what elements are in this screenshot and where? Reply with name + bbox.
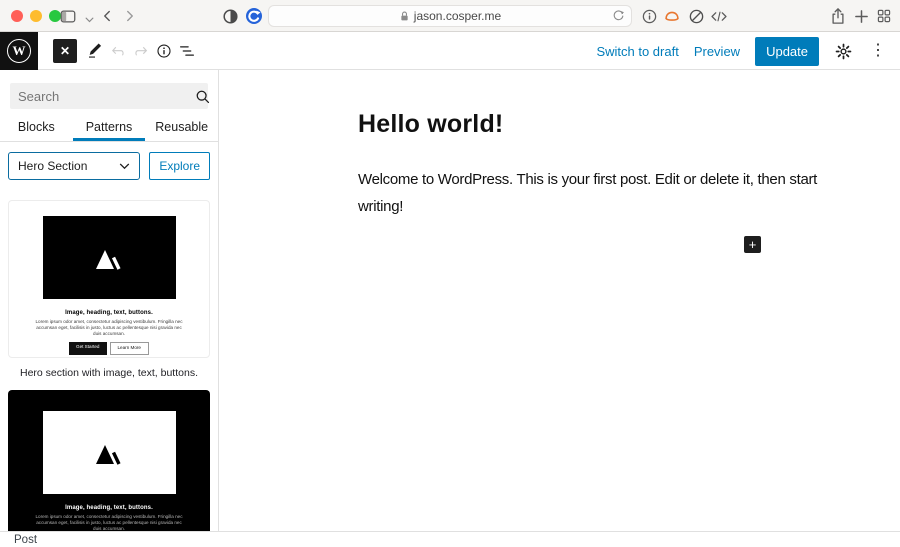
share-icon[interactable] xyxy=(829,7,847,25)
editor-canvas[interactable]: Hello world! Welcome to WordPress. This … xyxy=(220,70,900,531)
browser-titlebar: jason.cosper.me xyxy=(0,0,900,32)
list-view-icon[interactable] xyxy=(178,42,196,60)
pattern-list: Image, heading, text, buttons. Lorem ips… xyxy=(0,186,218,531)
blue-extension-icon[interactable] xyxy=(245,7,263,25)
image-triangle-icon xyxy=(96,444,121,465)
editor-header: W ✕ Switch to draft Preview Update ⋮ xyxy=(0,32,900,70)
reload-icon[interactable] xyxy=(612,9,625,23)
url-text: jason.cosper.me xyxy=(413,9,502,23)
search-input[interactable] xyxy=(18,88,194,104)
editor-footer: Post xyxy=(0,531,900,547)
pattern-category-value: Hero Section xyxy=(18,159,88,173)
pattern-preview-secondary-button: Learn More xyxy=(109,342,149,355)
pattern-item-hero-dark[interactable]: Image, heading, text, buttons. Lorem ips… xyxy=(8,390,210,531)
switch-to-draft-link[interactable]: Switch to draft xyxy=(596,44,678,59)
minimize-window-button[interactable] xyxy=(30,10,42,22)
edit-tool-icon[interactable] xyxy=(86,42,104,60)
content-blocker-icon[interactable] xyxy=(687,7,705,25)
image-placeholder xyxy=(42,216,176,299)
pattern-preview-primary-button: Get Started xyxy=(69,342,107,355)
update-button[interactable]: Update xyxy=(755,36,819,66)
chevron-down-icon[interactable] xyxy=(80,11,98,29)
tab-patterns[interactable]: Patterns xyxy=(73,113,146,141)
details-icon[interactable] xyxy=(155,42,173,60)
code-extension-icon[interactable] xyxy=(710,7,728,25)
breadcrumb[interactable]: Post xyxy=(14,534,37,546)
image-placeholder xyxy=(42,411,176,494)
info-extension-icon[interactable] xyxy=(640,7,658,25)
plus-icon: + xyxy=(748,237,757,252)
wordpress-logo[interactable]: W xyxy=(0,32,38,70)
pattern-controls: Hero Section Explore xyxy=(0,142,218,186)
pattern-category-select[interactable]: Hero Section xyxy=(8,152,141,180)
lock-icon xyxy=(401,11,408,21)
pattern-preview-heading: Image, heading, text, buttons. xyxy=(65,505,153,511)
preview-link[interactable]: Preview xyxy=(694,44,740,59)
close-window-button[interactable] xyxy=(11,10,23,22)
address-bar[interactable]: jason.cosper.me xyxy=(268,5,632,27)
tab-reusable[interactable]: Reusable xyxy=(145,113,218,141)
browser-window: jason.cosper.me W ✕ Switch to draft Prev… xyxy=(0,0,900,547)
pattern-item-hero-light[interactable]: Image, heading, text, buttons. Lorem ips… xyxy=(8,200,210,358)
pattern-preview-body: Lorem ipsum odor amet, consectetur adipi… xyxy=(35,319,183,336)
more-options-icon[interactable]: ⋮ xyxy=(868,43,888,59)
new-tab-icon[interactable] xyxy=(852,7,870,25)
close-inserter-button[interactable]: ✕ xyxy=(53,39,77,63)
inserter-sidebar: Blocks Patterns Reusable Hero Section Ex… xyxy=(0,70,219,531)
image-triangle-icon xyxy=(96,249,121,270)
undo-icon[interactable] xyxy=(109,42,127,60)
tab-overview-icon[interactable] xyxy=(875,7,893,25)
close-icon: ✕ xyxy=(59,44,71,58)
search-box[interactable] xyxy=(10,83,211,109)
orange-extension-icon[interactable] xyxy=(663,7,681,25)
pattern-preview-body: Lorem ipsum odor amet, consectetur adipi… xyxy=(35,514,183,531)
chevron-down-icon xyxy=(119,163,130,170)
post-title[interactable]: Hello world! xyxy=(358,110,503,139)
search-icon xyxy=(194,88,211,105)
shield-privacy-icon[interactable] xyxy=(221,7,239,25)
settings-gear-icon[interactable] xyxy=(834,42,853,61)
tab-blocks[interactable]: Blocks xyxy=(0,113,73,141)
pattern-preview-heading: Image, heading, text, buttons. xyxy=(65,310,153,316)
wordpress-logo-icon: W xyxy=(7,39,31,63)
pattern-caption: Hero section with image, text, buttons. xyxy=(19,367,198,379)
block-inserter-button[interactable]: + xyxy=(744,236,761,253)
post-paragraph[interactable]: Welcome to WordPress. This is your first… xyxy=(358,166,863,220)
explore-button[interactable]: Explore xyxy=(149,152,210,180)
forward-icon[interactable] xyxy=(121,7,139,25)
back-icon[interactable] xyxy=(98,7,116,25)
redo-icon[interactable] xyxy=(132,42,150,60)
sidebar-toggle-icon[interactable] xyxy=(59,7,77,25)
inserter-tabs: Blocks Patterns Reusable xyxy=(0,113,218,142)
